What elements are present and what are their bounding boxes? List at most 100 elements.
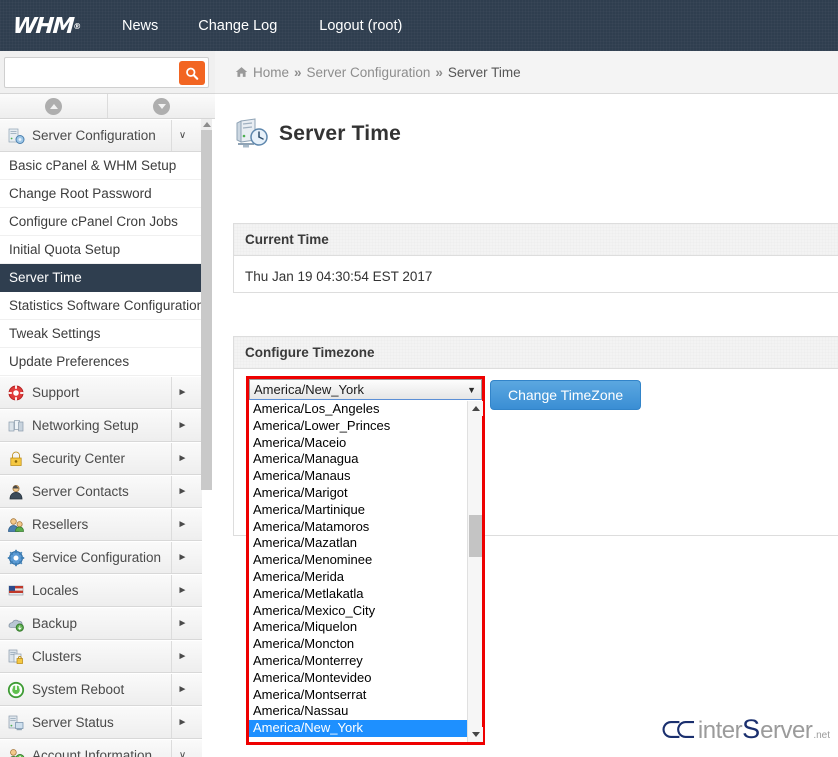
timezone-option[interactable]: America/Moncton — [249, 636, 482, 653]
sidebar-item-label: Change Root Password — [9, 186, 152, 201]
sidebar-scrollbar-thumb[interactable] — [201, 130, 212, 490]
nav-link-news[interactable]: News — [120, 12, 160, 40]
timezone-option[interactable]: America/Monterrey — [249, 653, 482, 670]
search-box[interactable] — [4, 57, 209, 88]
server-status-icon — [7, 714, 25, 732]
timezone-list-scroll-down-button[interactable] — [468, 727, 483, 742]
sidebar-group-support[interactable]: Support► — [0, 376, 202, 409]
timezone-option[interactable]: America/Montserrat — [249, 687, 482, 704]
timezone-select-box[interactable]: America/New_York ▼ — [249, 379, 482, 400]
sidebar-item-change-root-password[interactable]: Change Root Password — [0, 180, 202, 208]
collapse-all-button[interactable] — [0, 94, 108, 118]
sidebar-item-initial-quota-setup[interactable]: Initial Quota Setup — [0, 236, 202, 264]
sidebar-group-backup[interactable]: Backup► — [0, 607, 202, 640]
sidebar-group-server-configuration[interactable]: Server Configuration∨ — [0, 119, 202, 152]
breadcrumb-home[interactable]: Home — [253, 65, 289, 80]
sidebar-item-statistics-software-configuration[interactable]: Statistics Software Configuration — [0, 292, 202, 320]
sidebar-group-server-status[interactable]: Server Status► — [0, 706, 202, 739]
timezone-option[interactable]: America/Montevideo — [249, 670, 482, 687]
timezone-option-list[interactable]: America/Los_AngelesAmerica/Lower_Princes… — [249, 401, 482, 742]
sidebar-group-service-configuration[interactable]: Service Configuration► — [0, 541, 202, 574]
sidebar-item-server-time[interactable]: Server Time — [0, 264, 202, 292]
whm-logo-text: WHM — [12, 13, 74, 38]
timezone-option[interactable]: America/Metlakatla — [249, 586, 482, 603]
sidebar-toggle-bar — [0, 94, 215, 119]
sidebar-group-clusters[interactable]: Clusters► — [0, 640, 202, 673]
sidebar-group-label: Server Configuration — [32, 128, 156, 143]
sidebar-item-basic-cpanel-whm-setup[interactable]: Basic cPanel & WHM Setup — [0, 152, 202, 180]
timezone-option[interactable]: America/New_York — [249, 720, 482, 737]
clusters-icon — [7, 648, 25, 666]
lock-icon — [7, 450, 25, 468]
server-config-icon — [7, 127, 25, 145]
chevron-right-icon: ► — [171, 707, 193, 738]
sidebar-item-label: Basic cPanel & WHM Setup — [9, 158, 176, 173]
timezone-option[interactable]: America/Martinique — [249, 502, 482, 519]
backup-icon — [7, 615, 25, 633]
account-info-icon — [7, 747, 25, 757]
timezone-option[interactable]: America/Miquelon — [249, 619, 482, 636]
sidebar-scroll-area: Server Configuration∨ Basic cPanel & WHM … — [0, 119, 202, 757]
sidebar-item-label: Server Time — [9, 270, 82, 285]
breadcrumb-server-configuration[interactable]: Server Configuration — [307, 65, 431, 80]
network-icon — [7, 417, 25, 435]
sidebar-group-account-information[interactable]: Account Information∨ — [0, 739, 202, 757]
whm-logo-trademark: ® — [73, 21, 82, 30]
timezone-option[interactable]: America/Manaus — [249, 468, 482, 485]
user-contact-icon — [7, 483, 25, 501]
chevron-right-icon: ► — [171, 509, 193, 540]
sidebar-item-label: Update Preferences — [9, 354, 129, 369]
timezone-option[interactable]: America/Mazatlan — [249, 535, 482, 552]
sidebar-group-label: Backup — [32, 616, 77, 631]
breadcrumb: Home » Server Configuration » Server Tim… — [215, 51, 838, 94]
timezone-option[interactable]: America/Los_Angeles — [249, 401, 482, 418]
search-button[interactable] — [179, 61, 205, 85]
timezone-option[interactable]: America/Managua — [249, 451, 482, 468]
interserver-server-text: erver — [760, 717, 812, 745]
timezone-option[interactable]: America/Matamoros — [249, 519, 482, 536]
timezone-option[interactable]: America/Mexico_City — [249, 603, 482, 620]
timezone-option[interactable]: America/Menominee — [249, 552, 482, 569]
expand-all-button[interactable] — [108, 94, 215, 118]
whm-logo[interactable]: WHM® — [10, 14, 84, 38]
search-input[interactable] — [8, 61, 178, 85]
timezone-select-focused[interactable]: America/New_York ▼ America/Los_AngelesAm… — [246, 376, 485, 745]
chevron-right-icon: ► — [171, 641, 193, 672]
timezone-option[interactable]: America/Marigot — [249, 485, 482, 502]
sidebar-group-locales[interactable]: Locales► — [0, 574, 202, 607]
sidebar-scrollbar-track[interactable] — [201, 130, 212, 490]
timezone-option[interactable]: America/Merida — [249, 569, 482, 586]
chevron-right-icon: ► — [171, 410, 193, 441]
current-time-value: Thu Jan 19 04:30:54 EST 2017 — [234, 256, 838, 302]
sidebar-group-networking-setup[interactable]: Networking Setup► — [0, 409, 202, 442]
chevron-right-icon: ► — [171, 674, 193, 705]
gear-icon — [7, 549, 25, 567]
timezone-list-scrollbar-thumb[interactable] — [469, 515, 482, 557]
sidebar-group-security-center[interactable]: Security Center► — [0, 442, 202, 475]
nav-link-change-log[interactable]: Change Log — [196, 12, 279, 40]
timezone-option[interactable]: America/Nassau — [249, 703, 482, 720]
sidebar-scrollbar[interactable] — [201, 119, 212, 519]
power-icon — [7, 681, 25, 699]
configure-timezone-panel-heading: Configure Timezone — [234, 337, 838, 369]
network-icon — [7, 417, 25, 435]
timezone-option[interactable]: America/Maceio — [249, 435, 482, 452]
sidebar-group-server-contacts[interactable]: Server Contacts► — [0, 475, 202, 508]
sidebar-item-configure-cpanel-cron-jobs[interactable]: Configure cPanel Cron Jobs — [0, 208, 202, 236]
nav-link-logout[interactable]: Logout (root) — [317, 12, 404, 40]
sidebar-group-label: Locales — [32, 583, 79, 598]
timezone-list-scrollbar[interactable] — [467, 401, 482, 742]
chevron-down-icon — [153, 98, 170, 115]
sidebar-scroll-up-button[interactable] — [201, 119, 212, 130]
chevron-right-icon: ► — [171, 377, 193, 408]
timezone-option[interactable]: America/Lower_Princes — [249, 418, 482, 435]
change-timezone-button[interactable]: Change TimeZone — [490, 380, 641, 410]
timezone-list-scroll-up-button[interactable] — [468, 401, 483, 416]
sidebar-item-update-preferences[interactable]: Update Preferences — [0, 348, 202, 376]
sidebar-group-resellers[interactable]: Resellers► — [0, 508, 202, 541]
sidebar-item-tweak-settings[interactable]: Tweak Settings — [0, 320, 202, 348]
backup-icon — [7, 615, 25, 633]
breadcrumb-current-page: Server Time — [448, 65, 521, 80]
sidebar-group-label: Security Center — [32, 451, 125, 466]
sidebar-group-system-reboot[interactable]: System Reboot► — [0, 673, 202, 706]
